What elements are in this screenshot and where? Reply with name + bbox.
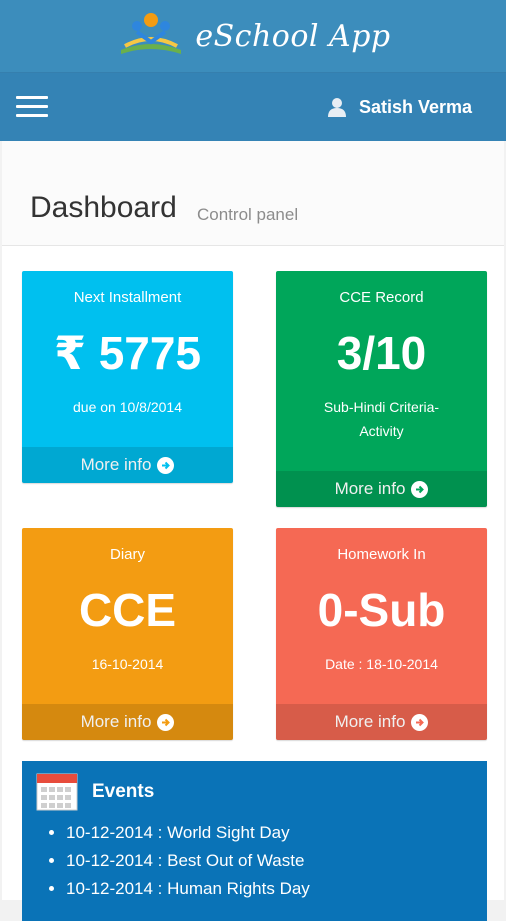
box-title: Next Installment bbox=[73, 289, 182, 306]
more-info-label: More info bbox=[80, 712, 152, 731]
app-logo: eSchool App bbox=[115, 10, 390, 62]
user-icon bbox=[327, 98, 346, 117]
box-title: CCE Record bbox=[339, 289, 424, 306]
arrow-circle-right-icon bbox=[157, 713, 175, 731]
content-header: Dashboard Control panel bbox=[2, 141, 504, 246]
user-menu[interactable]: Satish Verma bbox=[327, 97, 472, 118]
box-subtitle-line2: Activity bbox=[359, 423, 404, 439]
logo-icon bbox=[121, 13, 182, 54]
box-value: ₹ 5775 bbox=[53, 327, 202, 379]
diary-box: Diary CCE 16-10-2014 More info bbox=[22, 528, 233, 740]
box-subtitle-line1: Sub-Hindi Criteria- bbox=[323, 399, 440, 415]
app-title: eSchool App bbox=[195, 18, 391, 54]
more-info-label: More info bbox=[334, 479, 406, 498]
main-content: Dashboard Control panel Next Installment… bbox=[2, 141, 504, 921]
more-info-label: More info bbox=[334, 712, 406, 731]
app-header: eSchool App bbox=[0, 0, 506, 72]
user-name: Satish Verma bbox=[358, 96, 472, 117]
arrow-circle-right-icon bbox=[411, 713, 429, 731]
box-title: Diary bbox=[109, 546, 145, 563]
event-item[interactable]: 10-12-2014 : Human Rights Day bbox=[66, 875, 310, 903]
more-info-link[interactable]: More info bbox=[276, 704, 487, 740]
more-info-label: More info bbox=[80, 455, 152, 474]
events-title: Events bbox=[92, 781, 155, 802]
calendar-icon bbox=[36, 773, 78, 811]
arrow-circle-right-icon bbox=[411, 480, 429, 498]
navbar: Satish Verma bbox=[0, 72, 506, 141]
next-installment-box: Next Installment ₹ 5775 due on 10/8/2014… bbox=[22, 271, 233, 483]
box-subtitle: Date : 18-10-2014 bbox=[325, 656, 438, 672]
box-value: 3/10 bbox=[336, 327, 427, 379]
box-value: 0-Sub bbox=[317, 584, 446, 636]
box-title: Homework In bbox=[337, 546, 426, 563]
event-item[interactable]: 10-12-2014 : World Sight Day bbox=[66, 819, 310, 847]
events-panel: Events 10-12-2014 : World Sight Day 10-1… bbox=[22, 761, 487, 921]
more-info-link[interactable]: More info bbox=[276, 471, 487, 507]
box-value: CCE bbox=[78, 584, 177, 636]
page-title: Dashboard bbox=[30, 191, 177, 224]
box-subtitle: due on 10/8/2014 bbox=[73, 399, 182, 415]
more-info-link[interactable]: More info bbox=[22, 447, 233, 483]
event-item[interactable]: 10-12-2014 : Best Out of Waste bbox=[66, 847, 310, 875]
menu-toggle-icon[interactable] bbox=[16, 96, 48, 118]
events-list: 10-12-2014 : World Sight Day 10-12-2014 … bbox=[46, 819, 310, 903]
arrow-circle-right-icon bbox=[157, 456, 175, 474]
more-info-link[interactable]: More info bbox=[22, 704, 233, 740]
page-subtitle: Control panel bbox=[197, 205, 299, 224]
cce-record-box: CCE Record 3/10 Sub-Hindi Criteria- Acti… bbox=[276, 271, 487, 507]
box-subtitle: 16-10-2014 bbox=[91, 656, 164, 672]
homework-box: Homework In 0-Sub Date : 18-10-2014 More… bbox=[276, 528, 487, 740]
